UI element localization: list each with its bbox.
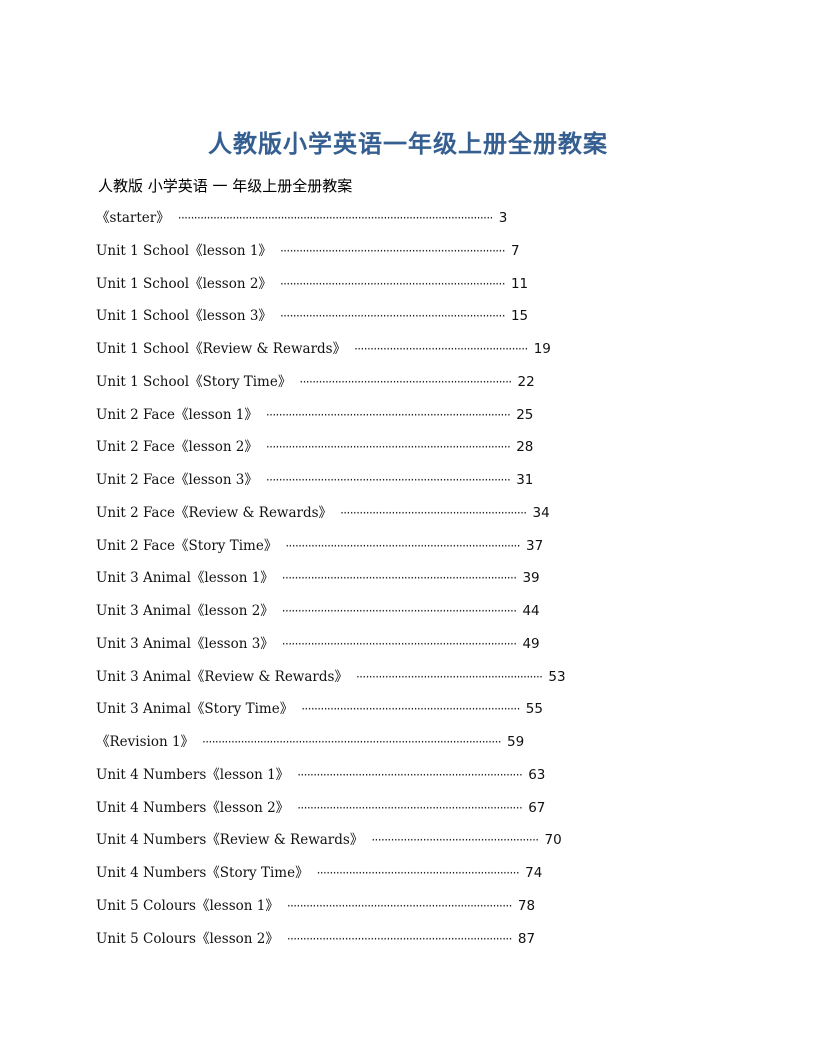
toc-leader-dots: ········································… <box>279 276 505 291</box>
toc-entry-label: 《Revision 1》 <box>96 734 195 750</box>
toc-entry-label: Unit 2 Face《lesson 1》 <box>96 406 258 423</box>
toc-entry-page-number: 7 <box>510 242 520 259</box>
toc-leader-dots: ········································… <box>265 473 511 487</box>
toc-entry[interactable]: Unit 4 Numbers《lesson 1》 ················… <box>96 764 576 797</box>
toc-leader-dots: ········································… <box>286 898 512 913</box>
toc-entry-label: Unit 2 Face《Story Time》 <box>96 537 278 554</box>
toc-entry-page-number: 63 <box>528 766 546 783</box>
toc-entry-label: Unit 4 Numbers《Review & Rewards》 <box>96 832 364 849</box>
toc-leader-dots: ········································… <box>340 505 527 520</box>
toc-entry-label: Unit 3 Animal《Story Time》 <box>96 701 294 718</box>
toc-entry-label: Unit 4 Numbers《lesson 2》 <box>96 799 290 816</box>
document-subtitle: 人教版 小学英语 一 年级上册全册教案 <box>98 177 353 195</box>
toc-entry-label: Unit 3 Animal《lesson 3》 <box>96 635 274 652</box>
toc-leader-dots: ········································… <box>316 866 520 880</box>
toc-entry-page-number: 87 <box>517 930 536 947</box>
toc-leader-dots: ········································… <box>297 767 523 782</box>
toc-entry-label: Unit 2 Face《Review & Rewards》 <box>96 504 333 521</box>
toc-entry-label: Unit 2 Face《lesson 3》 <box>96 472 258 488</box>
toc-leader-dots: ········································… <box>281 571 517 586</box>
toc-leader-dots: ········································… <box>279 309 505 324</box>
toc-entry-page-number: 59 <box>507 734 525 750</box>
toc-entry[interactable]: Unit 5 Colours《lesson 1》 ················… <box>96 895 576 928</box>
toc-leader-dots: ········································… <box>301 702 520 717</box>
toc-entry-page-number: 74 <box>525 865 543 881</box>
toc-entry[interactable]: Unit 3 Animal《lesson 1》 ·················… <box>96 567 576 600</box>
toc-entry-page-number: 11 <box>510 275 529 292</box>
toc-leader-dots: ········································… <box>297 800 523 815</box>
toc-leader-dots: ········································… <box>355 669 543 684</box>
toc-entry-label: Unit 1 School《lesson 1》 <box>96 242 272 259</box>
toc-entry[interactable]: Unit 2 Face《lesson 1》 ···················… <box>96 404 576 437</box>
toc-entry[interactable]: Unit 3 Animal《lesson 2》 ·················… <box>96 600 576 633</box>
toc-entry-page-number: 39 <box>522 570 540 587</box>
toc-leader-dots: ········································… <box>299 374 512 389</box>
toc-entry-label: Unit 3 Animal《Review & Rewards》 <box>96 668 348 685</box>
toc-entry-page-number: 44 <box>522 603 540 619</box>
toc-entry-page-number: 25 <box>516 406 534 423</box>
toc-entry[interactable]: Unit 4 Numbers《lesson 2》 ················… <box>96 797 576 830</box>
toc-entry-page-number: 19 <box>533 341 551 357</box>
toc-entry[interactable]: Unit 2 Face《lesson 2》 ···················… <box>96 436 576 469</box>
toc-entry[interactable]: 《Revision 1》 ····························… <box>96 731 576 764</box>
toc-entry[interactable]: Unit 5 Colours《lesson 2》 ················… <box>96 928 576 961</box>
toc-leader-dots: ········································… <box>265 440 511 455</box>
table-of-contents: 《starter》 ·······························… <box>96 207 576 960</box>
toc-entry-label: Unit 1 School《lesson 3》 <box>96 308 272 325</box>
toc-leader-dots: ········································… <box>202 735 501 749</box>
toc-leader-dots: ········································… <box>279 243 505 258</box>
toc-leader-dots: ········································… <box>286 931 512 946</box>
toc-entry[interactable]: Unit 2 Face《Story Time》 ·················… <box>96 535 576 568</box>
toc-entry[interactable]: Unit 4 Numbers《Story Time》 ··············… <box>96 862 576 895</box>
toc-entry-page-number: 15 <box>510 308 529 325</box>
toc-entry-label: Unit 1 School《Review & Rewards》 <box>96 341 347 357</box>
toc-entry[interactable]: Unit 2 Face《lesson 3》 ···················… <box>96 469 576 502</box>
toc-entry-label: Unit 3 Animal《lesson 1》 <box>96 570 274 587</box>
toc-entry[interactable]: Unit 1 School《Review & Rewards》 ·········… <box>96 338 576 371</box>
toc-leader-dots: ········································… <box>281 636 517 651</box>
toc-entry-page-number: 53 <box>548 668 566 685</box>
toc-entry-page-number: 55 <box>525 701 543 718</box>
toc-entry-page-number: 67 <box>528 799 546 816</box>
toc-entry[interactable]: Unit 1 School《Story Time》 ···············… <box>96 371 576 404</box>
toc-entry[interactable]: Unit 1 School《lesson 1》 ·················… <box>96 240 576 273</box>
toc-entry[interactable]: Unit 1 School《lesson 3》 ·················… <box>96 305 576 338</box>
toc-entry-label: Unit 4 Numbers《Story Time》 <box>96 865 309 881</box>
toc-leader-dots: ········································… <box>371 833 539 848</box>
toc-entry-page-number: 78 <box>517 897 536 914</box>
toc-entry[interactable]: Unit 3 Animal《Review & Rewards》 ·········… <box>96 666 576 699</box>
toc-leader-dots: ········································… <box>177 211 493 225</box>
toc-entry[interactable]: Unit 1 School《lesson 2》 ·················… <box>96 273 576 306</box>
toc-entry[interactable]: Unit 2 Face《Review & Rewards》 ···········… <box>96 502 576 535</box>
toc-entry-label: Unit 3 Animal《lesson 2》 <box>96 603 274 619</box>
toc-leader-dots: ········································… <box>281 604 517 618</box>
toc-entry-page-number: 34 <box>532 504 550 521</box>
toc-entry-label: Unit 5 Colours《lesson 2》 <box>96 930 279 947</box>
toc-entry-page-number: 49 <box>522 635 540 652</box>
toc-entry-label: Unit 2 Face《lesson 2》 <box>96 439 258 456</box>
toc-entry-label: 《starter》 <box>96 210 170 226</box>
toc-entry-label: Unit 1 School《lesson 2》 <box>96 275 272 292</box>
toc-leader-dots: ········································… <box>265 407 511 422</box>
toc-entry-label: Unit 5 Colours《lesson 1》 <box>96 897 279 914</box>
document-title: 人教版小学英语一年级上册全册教案 <box>208 129 608 158</box>
toc-entry[interactable]: Unit 3 Animal《Story Time》 ···············… <box>96 698 576 731</box>
toc-entry[interactable]: Unit 4 Numbers《Review & Rewards》 ········… <box>96 829 576 862</box>
toc-leader-dots: ········································… <box>285 538 520 553</box>
toc-entry-page-number: 3 <box>498 210 508 226</box>
toc-entry-label: Unit 4 Numbers《lesson 1》 <box>96 766 290 783</box>
toc-entry-page-number: 37 <box>525 537 544 554</box>
toc-entry[interactable]: 《starter》 ·······························… <box>96 207 576 240</box>
toc-entry-page-number: 22 <box>517 373 535 390</box>
toc-entry-label: Unit 1 School《Story Time》 <box>96 373 292 390</box>
document-page: 人教版小学英语一年级上册全册教案 人教版 小学英语 一 年级上册全册教案 《st… <box>0 0 816 1056</box>
toc-entry-page-number: 31 <box>516 472 534 488</box>
toc-entry-page-number: 70 <box>544 832 562 849</box>
toc-entry[interactable]: Unit 3 Animal《lesson 3》 ·················… <box>96 633 576 666</box>
toc-leader-dots: ········································… <box>354 342 528 356</box>
toc-entry-page-number: 28 <box>516 439 534 456</box>
